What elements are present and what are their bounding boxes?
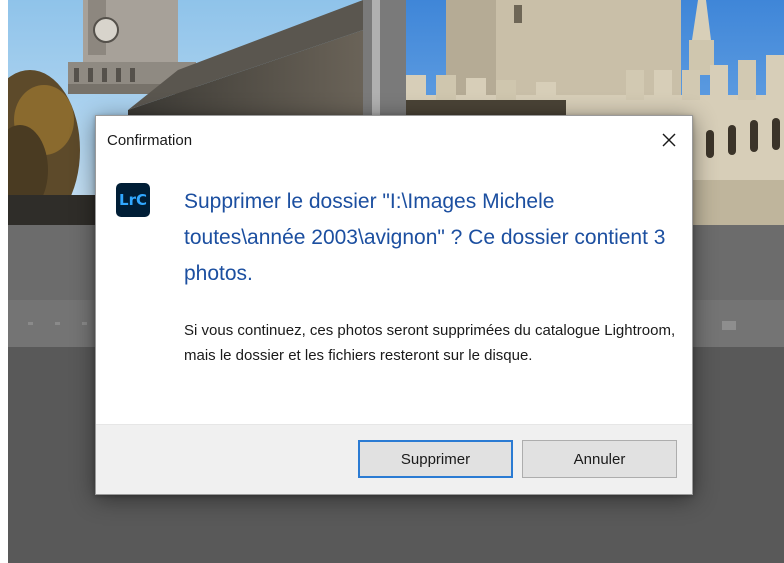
close-button[interactable] [652, 124, 686, 156]
dialog-title-bar: Confirmation [96, 116, 692, 164]
lightroom-classic-icon: LrC [116, 183, 150, 217]
close-icon [662, 133, 676, 147]
dialog-button-bar: Supprimer Annuler [96, 424, 692, 494]
main-instruction: Supprimer le dossier "I:\Images Michele … [184, 190, 666, 285]
app-icon-label: LrC [119, 191, 147, 209]
annuler-button[interactable]: Annuler [522, 440, 677, 478]
dialog-content: Si vous continuez, ces photos seront sup… [184, 322, 676, 364]
confirmation-dialog: Confirmation LrC Supprimer le dossier "I… [95, 115, 693, 495]
dialog-title: Confirmation [107, 132, 193, 149]
grid-view-icon[interactable] [722, 321, 736, 330]
supprimer-button[interactable]: Supprimer [358, 440, 513, 478]
